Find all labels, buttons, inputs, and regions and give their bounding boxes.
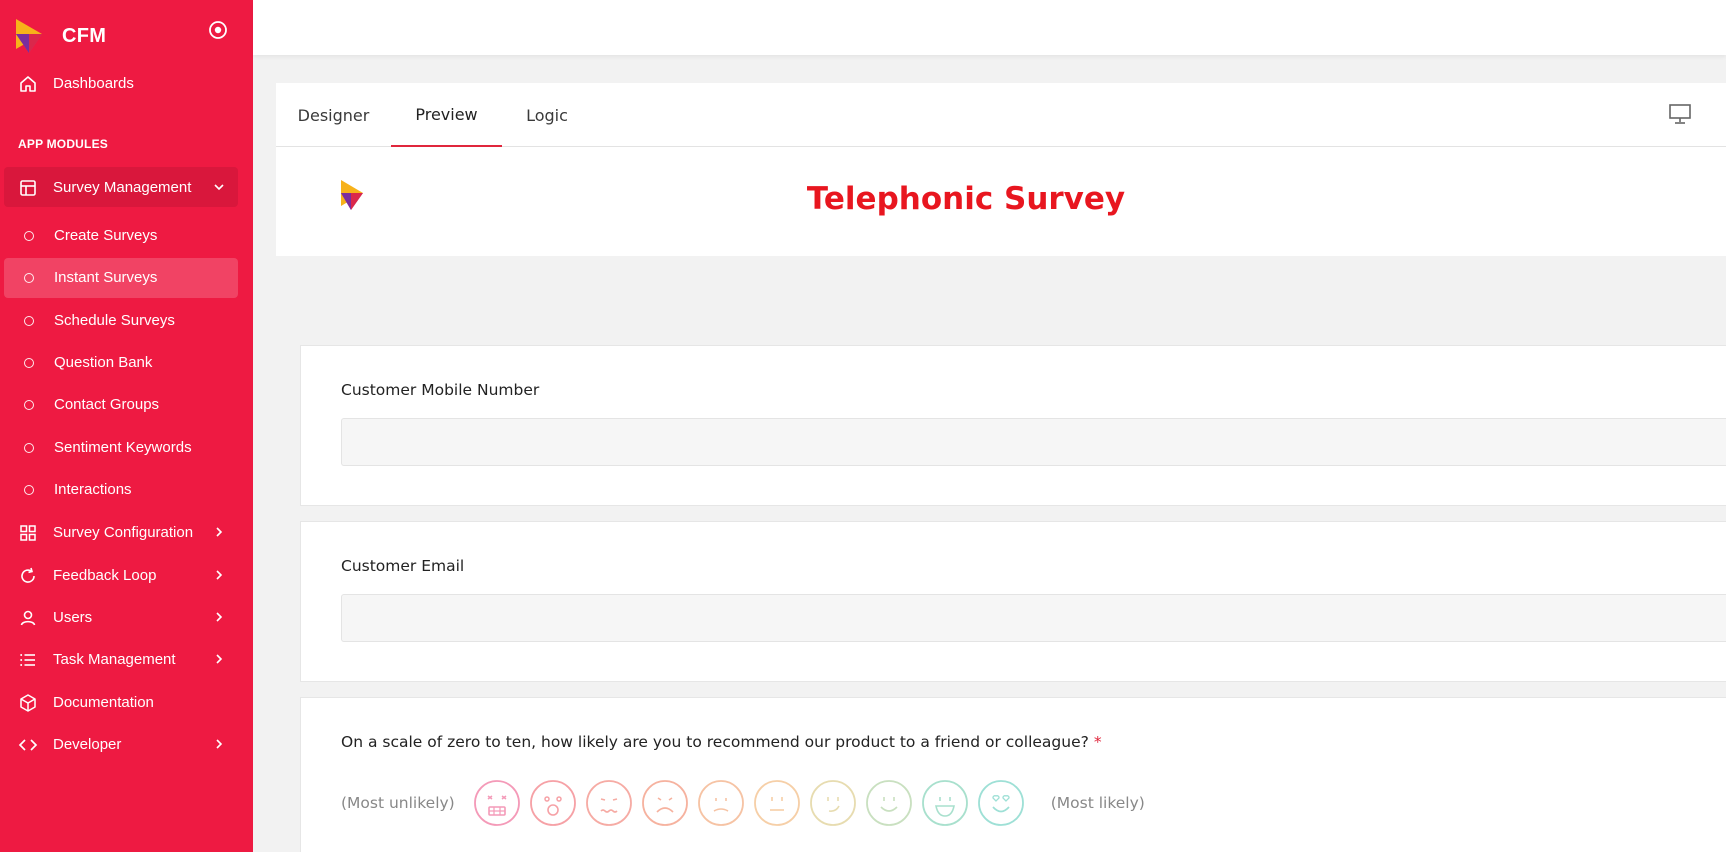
- circle-icon: [24, 273, 34, 283]
- slightly-sad-face-icon[interactable]: [697, 779, 745, 827]
- sidebar-subitem-interactions[interactable]: Interactions: [4, 470, 238, 510]
- sidebar-toggle-icon[interactable]: [207, 19, 229, 41]
- section-title: APP MODULES: [18, 137, 108, 151]
- sidebar-item-label: Survey Configuration: [53, 523, 194, 541]
- question-card-email: Customer Email: [300, 521, 1726, 682]
- sidebar-item-label: Task Management: [53, 650, 176, 668]
- smile-face-icon[interactable]: [865, 779, 913, 827]
- question-text: On a scale of zero to ten, how likely ar…: [341, 733, 1089, 751]
- desktop-icon[interactable]: [1668, 103, 1692, 125]
- survey-title: Telephonic Survey: [806, 181, 1126, 217]
- sidebar-subitem-label: Schedule Surveys: [54, 312, 175, 329]
- sidebar-subitem-label: Contact Groups: [54, 396, 160, 413]
- chevron-right-icon: [216, 654, 223, 664]
- sidebar-item-label: Documentation: [53, 693, 154, 711]
- circle-icon: [24, 231, 34, 241]
- brand[interactable]: CFM: [14, 16, 106, 56]
- sidebar-item-survey-configuration[interactable]: Survey Configuration: [4, 512, 238, 552]
- scale-high-label: (Most likely): [1050, 794, 1145, 812]
- customer-email-input[interactable]: [341, 594, 1726, 642]
- sidebar-item-feedback-loop[interactable]: Feedback Loop: [4, 555, 238, 595]
- tab-designer[interactable]: Designer: [276, 83, 391, 147]
- very-angry-face-icon[interactable]: [473, 779, 521, 827]
- sidebar-item-label: Users: [53, 608, 93, 626]
- chevron-down-icon: [214, 184, 224, 191]
- sad-face-icon[interactable]: [641, 779, 689, 827]
- layout-icon: [20, 180, 36, 196]
- survey-editor-card: Designer Preview Logic Telephonic Survey: [276, 83, 1726, 256]
- tab-bar: Designer Preview Logic: [276, 83, 1726, 147]
- sidebar-item-label: Feedback Loop: [53, 566, 157, 584]
- neutral-face-icon[interactable]: [753, 779, 801, 827]
- sidebar-item-task-management[interactable]: Task Management: [4, 639, 238, 679]
- brand-logo: [16, 19, 42, 53]
- sidebar-subitem-label: Instant Surveys: [54, 269, 158, 286]
- slight-smile-face-icon[interactable]: [809, 779, 857, 827]
- chevron-right-icon: [216, 612, 223, 622]
- customer-mobile-input[interactable]: [341, 418, 1726, 466]
- sidebar-item-developer[interactable]: Developer: [4, 724, 238, 764]
- tab-preview[interactable]: Preview: [391, 83, 502, 147]
- question-label: Customer Mobile Number: [341, 381, 540, 399]
- sidebar-item-documentation[interactable]: Documentation: [4, 682, 238, 722]
- circle-icon: [24, 443, 34, 453]
- circle-icon: [24, 400, 34, 410]
- sidebar-subitem-label: Question Bank: [54, 354, 153, 371]
- sidebar-subitem-label: Create Surveys: [54, 227, 158, 244]
- required-marker: *: [1093, 733, 1102, 751]
- sidebar-item-label: Survey Management: [53, 178, 192, 196]
- home-icon: [20, 76, 36, 92]
- sidebar-item-users[interactable]: Users: [4, 597, 238, 637]
- question-label: On a scale of zero to ten, how likely ar…: [341, 733, 1102, 751]
- refresh-icon: [21, 567, 35, 583]
- sidebar-subitem-question-bank[interactable]: Question Bank: [4, 343, 238, 383]
- chevron-right-icon: [216, 570, 223, 580]
- sidebar-item-label: Developer: [53, 735, 122, 753]
- tab-logic[interactable]: Logic: [502, 83, 592, 147]
- sidebar-subitem-label: Sentiment Keywords: [54, 439, 192, 456]
- disgusted-face-icon[interactable]: [585, 779, 633, 827]
- sidebar-item-label: Dashboards: [53, 74, 134, 92]
- circle-icon: [24, 316, 34, 326]
- rating-faces: [473, 779, 1033, 827]
- sidebar: CFM Dashboards APP MODULES Survey Manage…: [0, 0, 253, 852]
- chevron-right-icon: [216, 527, 223, 537]
- scale-low-label: (Most unlikely): [341, 794, 455, 812]
- sidebar-subitem-create-surveys[interactable]: Create Surveys: [4, 216, 238, 256]
- chevron-right-icon: [216, 739, 223, 749]
- user-icon: [20, 610, 36, 626]
- sidebar-item-dashboards[interactable]: Dashboards: [4, 63, 238, 103]
- question-card-mobile: Customer Mobile Number: [300, 345, 1726, 506]
- heart-eyes-face-icon[interactable]: [977, 779, 1025, 827]
- sidebar-subitem-schedule-surveys[interactable]: Schedule Surveys: [4, 301, 238, 341]
- top-bar: [253, 0, 1726, 55]
- grin-face-icon[interactable]: [921, 779, 969, 827]
- question-card-nps: On a scale of zero to ten, how likely ar…: [300, 697, 1726, 852]
- circle-icon: [24, 358, 34, 368]
- grid-icon: [20, 525, 36, 541]
- shocked-face-icon[interactable]: [529, 779, 577, 827]
- app-name: CFM: [62, 24, 107, 47]
- circle-icon: [24, 485, 34, 495]
- question-label: Customer Email: [341, 557, 465, 575]
- sidebar-item-survey-management[interactable]: Survey Management: [4, 167, 238, 207]
- rating-scale: (Most unlikely) (Most likely): [341, 778, 1145, 828]
- sidebar-subitem-label: Interactions: [54, 481, 132, 498]
- sidebar-subitem-instant-surveys[interactable]: Instant Surveys: [4, 258, 238, 298]
- code-icon: [18, 739, 38, 751]
- list-icon: [20, 654, 35, 666]
- sidebar-subitem-sentiment-keywords[interactable]: Sentiment Keywords: [4, 428, 238, 468]
- box-icon: [20, 694, 36, 712]
- sidebar-subitem-contact-groups[interactable]: Contact Groups: [4, 385, 238, 425]
